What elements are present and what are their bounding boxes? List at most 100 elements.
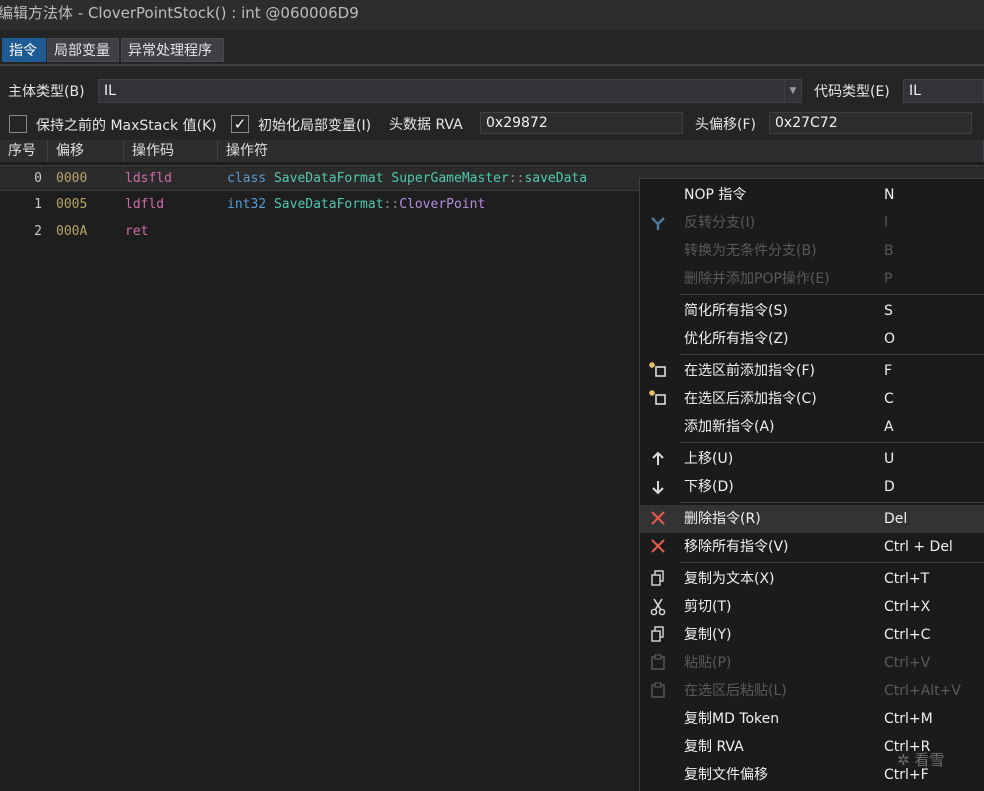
menu-item-copy[interactable]: 复制(Y) Ctrl+C xyxy=(640,621,984,649)
header-offset-field[interactable]: 0x27C72 xyxy=(769,112,972,134)
menu-item-shortcut: F xyxy=(884,363,893,379)
column-header-operand[interactable]: 操作符 xyxy=(218,140,984,162)
row-operand: int32 SaveDataFormat::CloverPoint xyxy=(227,192,485,218)
code-type-value: IL xyxy=(909,83,921,99)
menu-item-label: 在选区后粘贴(L) xyxy=(684,683,787,699)
code-type-label: 代码类型(E) xyxy=(814,84,890,100)
menu-item-label: 复制MD Token xyxy=(684,711,780,727)
menu-item-simplify[interactable]: 简化所有指令(S) S xyxy=(640,297,984,325)
menu-item-invert-branch[interactable]: 反转分支(I) I xyxy=(640,209,984,237)
menu-separator xyxy=(680,294,984,295)
menu-item-move-down[interactable]: 下移(D) D xyxy=(640,473,984,501)
menu-item-insert-before[interactable]: 在选区前添加指令(F) F xyxy=(640,357,984,385)
row-offset: 000A xyxy=(56,224,88,239)
column-header-index[interactable]: 序号 xyxy=(0,140,48,162)
row-index: 1 xyxy=(34,197,42,212)
menu-item-label: NOP 指令 xyxy=(684,187,747,203)
menu-item-label: 复制文件偏移 xyxy=(684,767,768,783)
menu-separator xyxy=(680,442,984,443)
menu-item-label: 优化所有指令(Z) xyxy=(684,331,789,347)
menu-item-shortcut: Ctrl+Alt+V xyxy=(884,683,961,699)
operand-keyword: int32 xyxy=(227,197,267,212)
menu-item-move-up[interactable]: 上移(U) U xyxy=(640,445,984,473)
row-operand: class SaveDataFormat SuperGameMaster::sa… xyxy=(227,166,587,192)
row-opcode: ldfld xyxy=(125,197,165,212)
code-type-select[interactable]: IL xyxy=(903,79,984,103)
checkmark-icon: ✓ xyxy=(233,115,247,133)
watermark: ✲ 看雪 xyxy=(897,749,944,770)
menu-item-shortcut: A xyxy=(884,419,894,435)
menu-item-label: 粘贴(P) xyxy=(684,655,732,671)
menu-item-shortcut: N xyxy=(884,187,895,203)
menu-item-copy-md-token[interactable]: 复制MD Token Ctrl+M xyxy=(640,705,984,733)
header-offset-label: 头偏移(F) xyxy=(695,117,756,133)
menu-separator xyxy=(680,502,984,503)
header-rva-field[interactable]: 0x29872 xyxy=(480,112,683,134)
row-offset: 0000 xyxy=(56,171,88,186)
menu-item-nop[interactable]: NOP 指令 N xyxy=(640,181,984,209)
menu-item-shortcut: Ctrl+T xyxy=(884,571,930,587)
copy-icon xyxy=(646,565,670,593)
menu-item-shortcut: Ctrl+C xyxy=(884,627,931,643)
menu-item-label: 添加新指令(A) xyxy=(684,419,775,435)
menu-item-label: 简化所有指令(S) xyxy=(684,303,788,319)
menu-item-shortcut: Ctrl+V xyxy=(884,655,931,671)
menu-item-label: 删除并添加POP操作(E) xyxy=(684,271,830,287)
menu-item-add-new[interactable]: 添加新指令(A) A xyxy=(640,413,984,441)
menu-item-shortcut: D xyxy=(884,479,895,495)
menu-item-label: 转换为无条件分支(B) xyxy=(684,243,817,259)
column-header-opcode[interactable]: 操作码 xyxy=(124,140,218,162)
menu-item-shortcut: Ctrl+X xyxy=(884,599,931,615)
menu-item-label: 在选区前添加指令(F) xyxy=(684,363,815,379)
row-opcode: ldsfld xyxy=(125,171,172,186)
menu-item-remove-all[interactable]: 移除所有指令(V) Ctrl + Del xyxy=(640,533,984,561)
window-titlebar: 编辑方法体 - CloverPointStock() : int @060006… xyxy=(0,0,984,30)
menu-item-shortcut: U xyxy=(884,451,895,467)
body-type-select[interactable]: IL ▼ xyxy=(98,79,802,103)
menu-item-copy-as-text[interactable]: 复制为文本(X) Ctrl+T xyxy=(640,565,984,593)
operand-separator: :: xyxy=(508,171,525,186)
body-type-value: IL xyxy=(104,83,116,99)
menu-item-shortcut: C xyxy=(884,391,894,407)
menu-item-insert-after[interactable]: 在选区后添加指令(C) C xyxy=(640,385,984,413)
insert-before-icon xyxy=(646,357,670,385)
operand-owner: SuperGameMaster xyxy=(391,171,509,186)
watermark-text: 看雪 xyxy=(914,751,945,769)
menu-item-shortcut: B xyxy=(884,243,894,259)
paste-icon xyxy=(646,649,670,677)
menu-item-label: 剪切(T) xyxy=(684,599,732,615)
paste-icon xyxy=(646,677,670,705)
menu-item-label: 复制 RVA xyxy=(684,739,744,755)
operand-type: SaveDataFormat xyxy=(273,197,384,212)
menu-item-paste[interactable]: 粘贴(P) Ctrl+V xyxy=(640,649,984,677)
menu-item-label: 复制(Y) xyxy=(684,627,732,643)
window-title: 编辑方法体 - CloverPointStock() : int @060006… xyxy=(0,4,359,22)
context-menu: NOP 指令 N 反转分支(I) I 转换为无条件分支(B) B 删除并添加PO… xyxy=(639,178,984,791)
watermark-logo-icon: ✲ xyxy=(897,751,910,769)
keep-maxstack-checkbox[interactable] xyxy=(9,115,27,133)
tab-instructions[interactable]: 指令 xyxy=(2,38,46,62)
copy-icon xyxy=(646,621,670,649)
chevron-down-icon[interactable]: ▼ xyxy=(784,80,801,102)
menu-item-paste-after[interactable]: 在选区后粘贴(L) Ctrl+Alt+V xyxy=(640,677,984,705)
delete-icon xyxy=(646,505,670,533)
menu-item-shortcut: Del xyxy=(884,511,908,527)
column-header-offset[interactable]: 偏移 xyxy=(48,140,124,162)
menu-item-shortcut: O xyxy=(884,331,896,347)
branch-icon xyxy=(646,209,670,237)
menu-separator xyxy=(680,562,984,563)
menu-item-cut[interactable]: 剪切(T) Ctrl+X xyxy=(640,593,984,621)
menu-item-shortcut: Ctrl+M xyxy=(884,711,933,727)
operand-member: CloverPoint xyxy=(399,197,486,212)
menu-item-label: 移除所有指令(V) xyxy=(684,539,789,555)
menu-item-delete-add-pop[interactable]: 删除并添加POP操作(E) P xyxy=(640,265,984,293)
tab-locals[interactable]: 局部变量 xyxy=(47,38,119,62)
menu-item-unconditional-branch[interactable]: 转换为无条件分支(B) B xyxy=(640,237,984,265)
init-locals-checkbox[interactable]: ✓ xyxy=(231,115,249,133)
tab-exception-handlers[interactable]: 异常处理程序 xyxy=(121,38,224,62)
menu-item-label: 反转分支(I) xyxy=(684,215,756,231)
menu-item-shortcut: P xyxy=(884,271,893,287)
arrow-down-icon xyxy=(646,473,670,501)
menu-item-optimize[interactable]: 优化所有指令(Z) O xyxy=(640,325,984,353)
menu-item-delete[interactable]: 删除指令(R) Del xyxy=(640,505,984,533)
